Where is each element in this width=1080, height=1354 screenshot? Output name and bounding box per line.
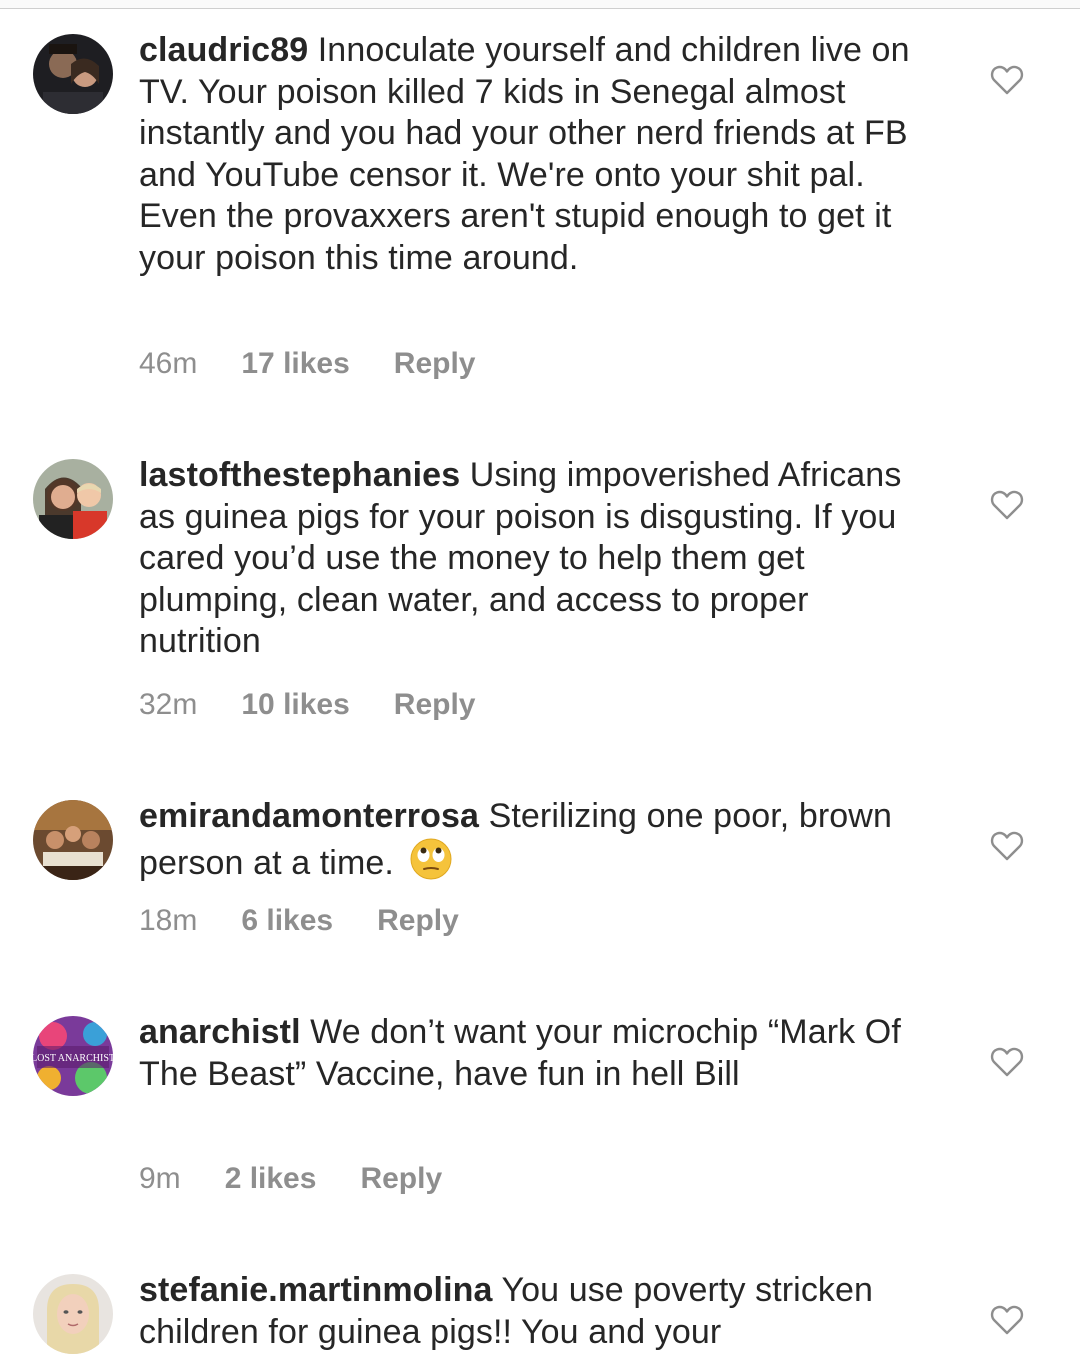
comment-time: 9m xyxy=(139,1162,181,1195)
avatar[interactable] xyxy=(33,459,113,539)
heart-outline-icon[interactable] xyxy=(990,1304,1024,1336)
comment-username[interactable]: claudric89 xyxy=(139,31,308,69)
top-divider xyxy=(0,0,1080,9)
comment-likes[interactable]: 17 likes xyxy=(241,347,349,381)
avatar[interactable]: LOST ANARCHIST xyxy=(33,1016,113,1096)
rolling-eyes-emoji-icon xyxy=(410,838,451,880)
comment-time: 46m xyxy=(139,347,198,380)
reply-button[interactable]: Reply xyxy=(377,904,459,938)
avatar[interactable] xyxy=(33,34,113,114)
comment-time: 32m xyxy=(139,688,198,721)
comment-username[interactable]: lastofthestephanies xyxy=(139,456,460,494)
comment-likes[interactable]: 6 likes xyxy=(241,904,333,938)
avatar-logo-text: LOST ANARCHIST xyxy=(33,1053,113,1064)
comment-text: claudric89 Innoculate yourself and child… xyxy=(139,30,939,280)
avatar[interactable] xyxy=(33,800,113,880)
comment-meta: 18m 6 likes Reply xyxy=(139,904,459,938)
comment-meta: 32m 10 likes Reply xyxy=(139,688,476,722)
comment-time: 18m xyxy=(139,904,198,937)
comment-meta: 46m 17 likes Reply xyxy=(139,347,476,381)
comment-text: stefanie.martinmolina You use poverty st… xyxy=(139,1270,939,1353)
reply-button[interactable]: Reply xyxy=(394,688,476,722)
comment-meta: 9m 2 likes Reply xyxy=(139,1162,442,1196)
heart-outline-icon[interactable] xyxy=(990,489,1024,521)
comment-likes[interactable]: 2 likes xyxy=(225,1162,317,1196)
comment-text: anarchistl We don’t want your microchip … xyxy=(139,1012,939,1095)
comment-text: emirandamonterrosa Sterilizing one poor,… xyxy=(139,796,939,884)
comment-username[interactable]: emirandamonterrosa xyxy=(139,797,479,835)
heart-outline-icon[interactable] xyxy=(990,830,1024,862)
heart-outline-icon[interactable] xyxy=(990,1046,1024,1078)
comment-username[interactable]: stefanie.martinmolina xyxy=(139,1271,493,1309)
heart-outline-icon[interactable] xyxy=(990,64,1024,96)
comment-text: lastofthestephanies Using impoverished A… xyxy=(139,455,939,663)
comment-username[interactable]: anarchistl xyxy=(139,1013,301,1051)
reply-button[interactable]: Reply xyxy=(360,1162,442,1196)
reply-button[interactable]: Reply xyxy=(394,347,476,381)
avatar[interactable] xyxy=(33,1274,113,1354)
comment-likes[interactable]: 10 likes xyxy=(241,688,349,722)
